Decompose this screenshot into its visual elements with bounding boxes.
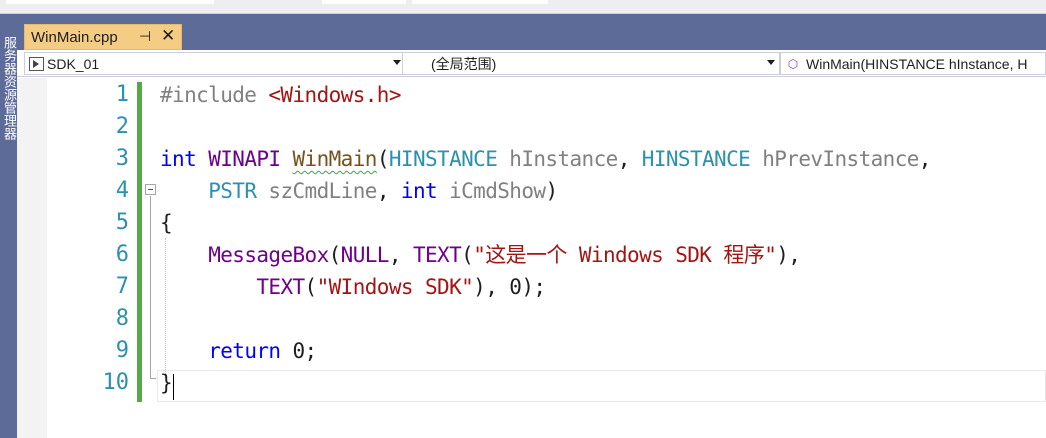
code-token: ), 0); [473,275,546,299]
code-token: PSTR [208,179,257,203]
chevron-down-icon[interactable] [393,60,401,65]
toolbar-segment [6,0,214,4]
code-token: "WIndows SDK" [316,275,474,299]
code-token: hPrevInstance [762,147,919,171]
close-icon[interactable]: ✕ [161,26,175,46]
code-token: TEXT [256,275,305,299]
code-line[interactable]: } [160,367,173,399]
code-line[interactable]: int WINAPI WinMain(HINSTANCE hInstance, … [160,143,931,175]
server-explorer-label[interactable]: 服务器资源管理器 [1,36,16,140]
server-explorer-strip[interactable]: 服务器资源管理器 [0,14,17,438]
project-dropdown[interactable]: SDK_01 [24,52,406,75]
line-number: 6 [115,242,129,267]
code-token: WinMain [292,147,378,171]
code-token: ), [776,243,801,267]
code-token: ) [545,179,558,203]
code-token: int [400,179,438,203]
code-token: , [376,179,401,203]
code-token: iCmdShow [449,179,546,203]
line-number: 9 [115,338,129,363]
code-line[interactable]: { [160,207,173,239]
editor-margin [17,78,47,438]
pin-icon[interactable]: ⊣ [139,28,151,45]
code-token: NULL [340,243,390,267]
line-number: 3 [115,146,129,171]
line-number: 8 [115,306,129,331]
line-number: 1 [115,82,129,107]
toolbar-segment [412,0,548,4]
code-token: "这是一个 Windows SDK 程序" [473,243,777,267]
code-token: ( [376,147,390,171]
code-token: ( [461,243,474,267]
code-token: { [160,211,173,235]
code-token: HINSTANCE [388,147,498,171]
code-token: , [388,243,413,267]
outline-line [150,196,151,378]
chevron-down-icon[interactable] [767,60,775,65]
line-number: 5 [115,210,129,235]
navigation-bar: SDK_01 (全局范围) ⬡ WinMain(HINSTANCE hInsta… [17,50,1046,77]
change-tracking-bar [137,82,142,402]
line-number: 10 [102,370,130,395]
code-token: szCmdLine [268,179,377,203]
toolbar-segment [322,0,406,4]
code-token: , [918,147,932,171]
code-editor[interactable]: 1 2 3 4 5 6 7 8 9 10 #include <Windows.h> int WINAP… [17,78,1046,438]
function-cube-icon: ⬡ [787,56,799,71]
member-dropdown[interactable]: ⬡ WinMain(HINSTANCE hInstance, H [780,52,1046,75]
code-token: ( [304,275,318,299]
code-token: hInstance [509,147,618,171]
project-dropdown-value: SDK_01 [47,55,100,72]
line-number: 4 [115,178,129,203]
top-toolbar-strip [0,0,1046,14]
code-token: , [617,147,642,171]
code-token: WINAPI [208,147,281,171]
current-line-highlight [157,370,1046,402]
line-number: 7 [115,274,129,299]
outline-end [150,378,156,379]
project-icon [29,56,44,71]
text-caret [173,374,174,400]
line-number: 2 [115,114,129,139]
code-token: int [160,147,197,171]
scope-dropdown-value: (全局范围) [431,55,497,72]
code-token: return [208,339,281,363]
code-line[interactable]: MessageBox(NULL, TEXT("这是一个 Windows SDK … [160,239,801,271]
tab-winmain-cpp[interactable]: WinMain.cpp ⊣ ✕ [24,24,182,50]
code-token: MessageBox [208,243,329,267]
code-token: HINSTANCE [641,147,751,171]
collapse-toggle-icon[interactable] [145,184,156,195]
code-line[interactable]: TEXT("WIndows SDK"), 0); [160,271,546,303]
code-token: #include [160,83,269,107]
code-token: TEXT [412,243,462,267]
code-token: } [160,371,173,395]
code-line[interactable]: #include <Windows.h> [160,79,401,111]
code-token: ( [328,243,342,267]
code-token: 0; [280,339,317,363]
code-token: <Windows.h> [268,83,401,107]
code-line[interactable]: return 0; [160,335,317,367]
scope-dropdown[interactable]: (全局范围) [402,52,780,75]
code-line[interactable]: PSTR szCmdLine, int iCmdShow) [160,175,558,207]
tab-title[interactable]: WinMain.cpp [25,29,118,46]
member-dropdown-value: WinMain(HINSTANCE hInstance, H [806,55,1028,72]
